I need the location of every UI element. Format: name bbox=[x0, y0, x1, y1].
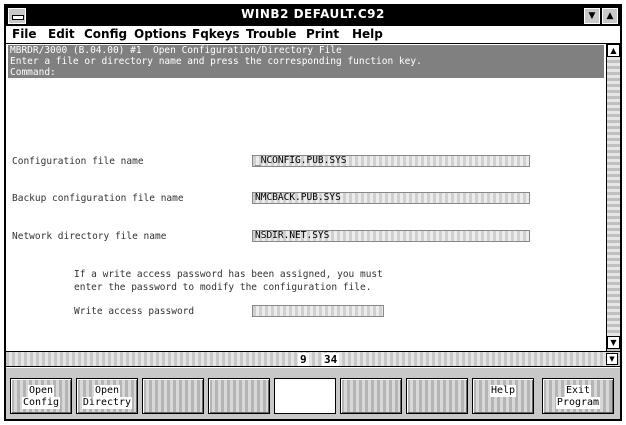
f6-blank-button[interactable] bbox=[340, 378, 402, 414]
password-note-2: enter the password to modify the configu… bbox=[74, 282, 372, 293]
maximize-button[interactable]: ▲ bbox=[602, 8, 618, 24]
minimize-button[interactable]: ▼ bbox=[584, 8, 600, 24]
f4-blank-button[interactable] bbox=[208, 378, 270, 414]
menu-options[interactable]: Options bbox=[134, 27, 187, 41]
backup-config-field[interactable]: NMCBACK.PUB.SYS bbox=[252, 192, 530, 204]
menu-config[interactable]: Config bbox=[84, 27, 127, 41]
config-file-label: Configuration file name bbox=[12, 156, 144, 167]
scroll-up-icon[interactable]: ▲ bbox=[607, 44, 620, 57]
f3-blank-button[interactable] bbox=[142, 378, 204, 414]
terminal-window: WINB2 DEFAULT.C92 ▼ ▲ File Edit Config O… bbox=[4, 4, 622, 421]
header-line-2: Enter a file or directory name and press… bbox=[8, 56, 604, 67]
f7-blank-button[interactable] bbox=[406, 378, 468, 414]
status-bar: 9 34 ▼ bbox=[6, 351, 620, 367]
config-file-field[interactable]: _NCONFIG.PUB.SYS bbox=[252, 155, 530, 167]
network-dir-field[interactable]: NSDIR.NET.SYS bbox=[252, 230, 530, 242]
command-line: Command: bbox=[8, 67, 604, 78]
vertical-scrollbar[interactable]: ▲ ▼ bbox=[606, 44, 620, 351]
function-key-bar: Open Config Open Directry Help Exit Program bbox=[6, 368, 620, 419]
backup-config-label: Backup configuration file name bbox=[12, 193, 184, 204]
password-note-1: If a write access password has been assi… bbox=[74, 269, 383, 280]
f2-open-directory-button[interactable]: Open Directry bbox=[76, 378, 138, 414]
cursor-col: 34 bbox=[322, 353, 340, 366]
menu-print[interactable]: Print bbox=[306, 27, 339, 41]
window-title: WINB2 DEFAULT.C92 bbox=[241, 7, 385, 21]
f5-blank-button[interactable] bbox=[274, 378, 336, 414]
menu-fqkeys[interactable]: Fqkeys bbox=[192, 27, 240, 41]
terminal-screen: MBRDR/3000 (B.04.00) #1 Open Configurati… bbox=[6, 44, 606, 349]
menu-bar: File Edit Config Options Fqkeys Trouble … bbox=[6, 26, 620, 44]
cursor-row: 9 bbox=[298, 353, 309, 366]
menu-help[interactable]: Help bbox=[352, 27, 383, 41]
status-dropdown-icon[interactable]: ▼ bbox=[606, 353, 618, 365]
f9-exit-program-button[interactable]: Exit Program bbox=[542, 378, 614, 414]
password-field[interactable] bbox=[252, 305, 384, 317]
network-dir-label: Network directory file name bbox=[12, 231, 167, 242]
menu-trouble[interactable]: Trouble bbox=[246, 27, 296, 41]
header-line-1: MBRDR/3000 (B.04.00) #1 Open Configurati… bbox=[8, 45, 604, 56]
f8-help-button[interactable]: Help bbox=[472, 378, 534, 414]
password-label: Write access password bbox=[74, 306, 195, 317]
menu-edit[interactable]: Edit bbox=[48, 27, 75, 41]
f1-open-config-button[interactable]: Open Config bbox=[10, 378, 72, 414]
scroll-down-icon[interactable]: ▼ bbox=[607, 336, 620, 349]
menu-file[interactable]: File bbox=[12, 27, 37, 41]
title-bar: WINB2 DEFAULT.C92 ▼ ▲ bbox=[6, 6, 620, 26]
